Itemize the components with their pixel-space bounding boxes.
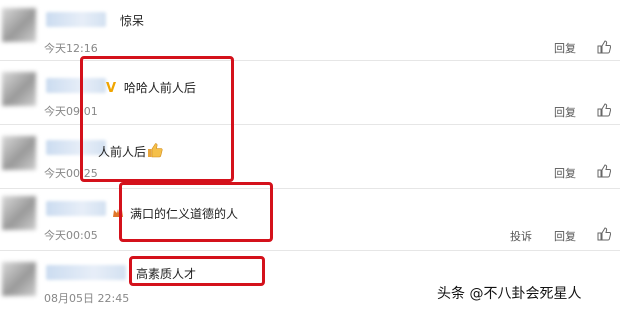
username[interactable]: [46, 12, 106, 27]
comment-time: 08月05日 22:45: [44, 292, 130, 305]
highlight-box: [119, 182, 273, 242]
comment-time: 今天12:16: [44, 42, 98, 55]
avatar[interactable]: [2, 136, 36, 170]
like-icon[interactable]: [597, 40, 611, 54]
watermark: 头条 @不八卦会死星人: [437, 286, 582, 302]
highlight-box: [129, 256, 265, 286]
avatar[interactable]: [2, 8, 36, 42]
reply-button[interactable]: 回复: [554, 165, 576, 181]
reply-button[interactable]: 回复: [554, 40, 576, 56]
highlight-box: [80, 56, 234, 182]
divider: [0, 250, 620, 251]
reply-button[interactable]: 回复: [554, 228, 576, 244]
like-icon[interactable]: [597, 103, 611, 117]
username[interactable]: [46, 201, 106, 216]
like-icon[interactable]: [597, 164, 611, 178]
avatar[interactable]: [2, 196, 36, 230]
username[interactable]: [46, 265, 126, 280]
report-button[interactable]: 投诉: [510, 228, 532, 244]
avatar[interactable]: [2, 262, 36, 296]
avatar[interactable]: [2, 72, 36, 106]
comment-text: 惊呆: [120, 14, 145, 28]
like-icon[interactable]: [597, 227, 611, 241]
divider: [0, 188, 620, 189]
reply-button[interactable]: 回复: [554, 104, 576, 120]
comment-time: 今天00:05: [44, 229, 98, 242]
